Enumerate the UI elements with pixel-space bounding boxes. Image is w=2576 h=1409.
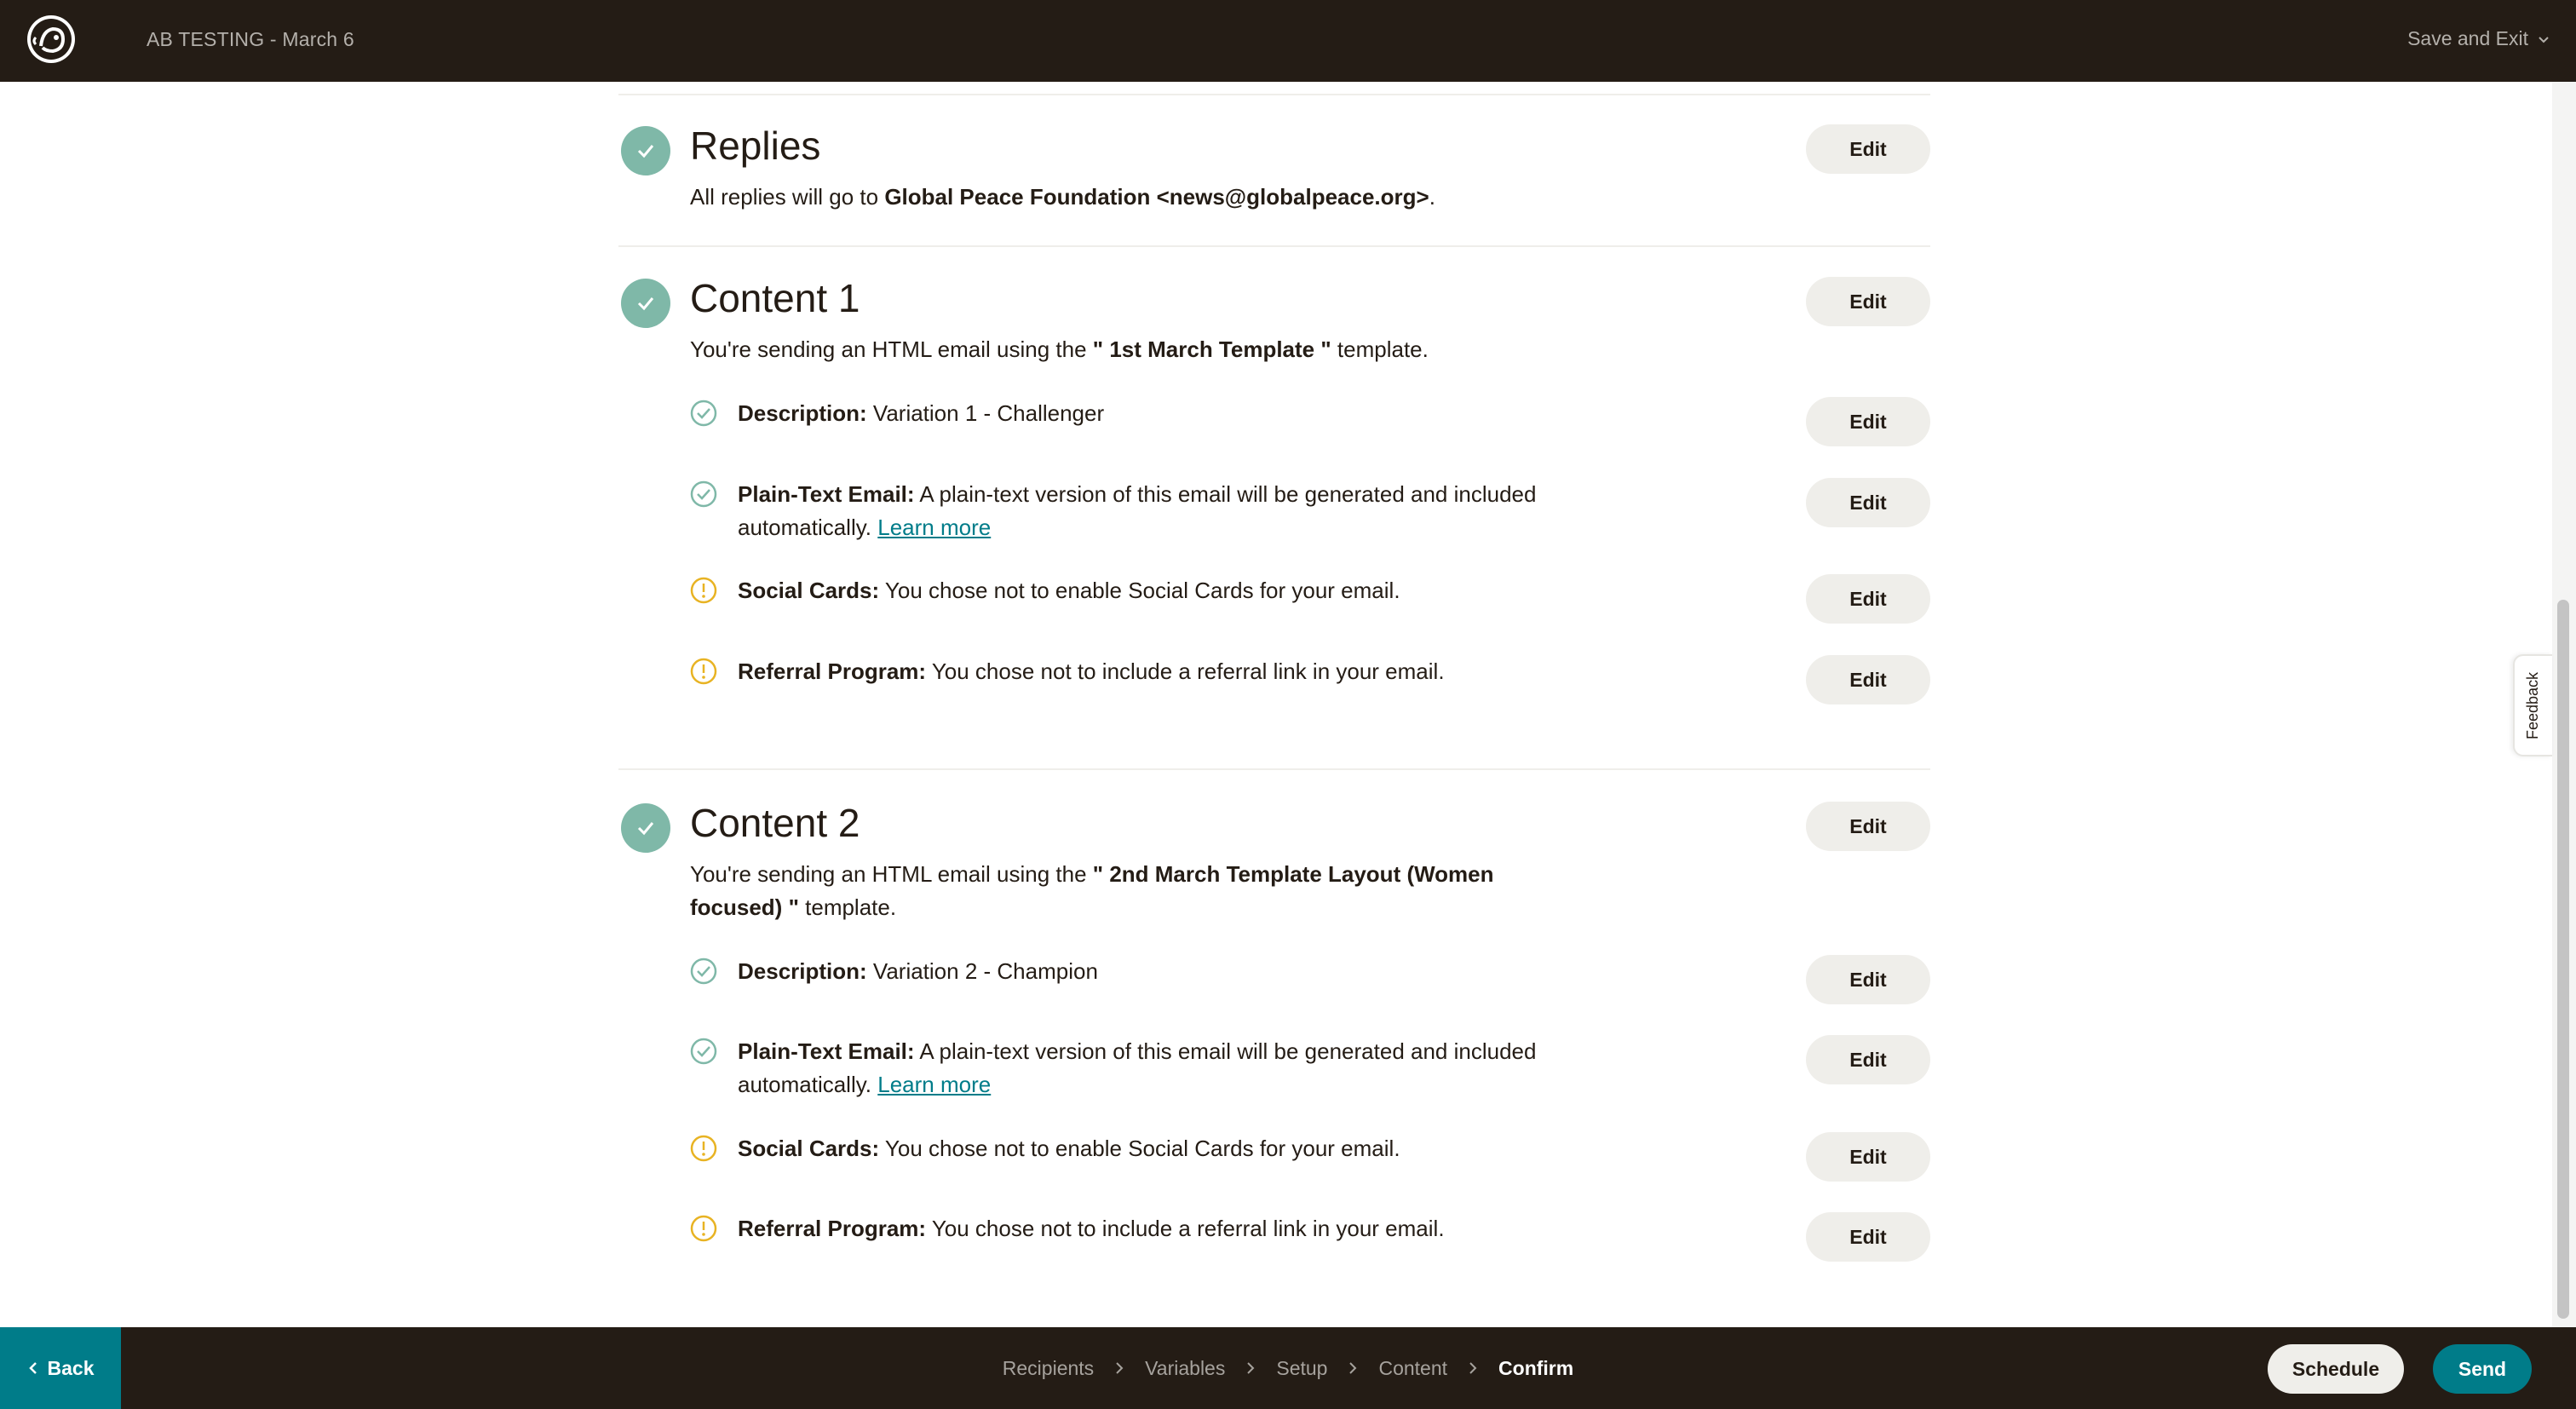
content-2-edit-button[interactable]: Edit bbox=[1806, 802, 1930, 851]
divider bbox=[618, 94, 1930, 95]
content-1-plain-text-item: Plain-Text Email: A plain-text version o… bbox=[738, 478, 1590, 544]
check-outline-icon bbox=[690, 480, 717, 508]
learn-more-link[interactable]: Learn more bbox=[877, 515, 991, 540]
check-circle-icon bbox=[621, 803, 670, 853]
content-1-text-suffix: template. bbox=[1331, 336, 1429, 362]
replies-text-prefix: All replies will go to bbox=[690, 184, 885, 210]
content-2-description-item: Description: Variation 2 - Champion bbox=[738, 955, 1590, 988]
content-1-text-prefix: You're sending an HTML email using the bbox=[690, 336, 1093, 362]
content-2-description: You're sending an HTML email using the "… bbox=[690, 858, 1542, 924]
item-label: Plain-Text Email: bbox=[738, 1038, 915, 1064]
content-2-social-cards-item: Social Cards: You chose not to enable So… bbox=[738, 1132, 1590, 1165]
content-1-description-item: Description: Variation 1 - Challenger bbox=[738, 397, 1590, 430]
top-bar: AB TESTING - March 6 Save and Exit bbox=[0, 0, 2576, 82]
check-outline-icon bbox=[690, 1038, 717, 1065]
divider bbox=[618, 245, 1930, 247]
chevron-right-icon bbox=[1225, 1360, 1276, 1376]
schedule-button[interactable]: Schedule bbox=[2268, 1344, 2404, 1394]
content-2-title: Content 2 bbox=[690, 801, 860, 845]
check-outline-icon bbox=[690, 400, 717, 427]
scrollbar-thumb[interactable] bbox=[2557, 600, 2569, 1319]
feedback-tab[interactable]: Feedback bbox=[2513, 654, 2552, 756]
chevron-right-icon bbox=[1094, 1360, 1145, 1376]
content-1-social-cards-item: Social Cards: You chose not to enable So… bbox=[738, 574, 1590, 607]
item-label: Social Cards: bbox=[738, 1136, 880, 1161]
replies-edit-button[interactable]: Edit bbox=[1806, 124, 1930, 174]
warning-outline-icon bbox=[690, 1215, 717, 1242]
warning-outline-icon bbox=[690, 577, 717, 604]
breadcrumb: Recipients Variables Setup Content Confi… bbox=[0, 1327, 2576, 1409]
breadcrumb-confirm[interactable]: Confirm bbox=[1498, 1357, 1573, 1380]
save-and-exit-label: Save and Exit bbox=[2407, 27, 2528, 49]
content-1-title: Content 1 bbox=[690, 276, 860, 320]
breadcrumb-recipients[interactable]: Recipients bbox=[1003, 1357, 1094, 1380]
chevron-left-icon bbox=[28, 1362, 37, 1374]
item-label: Description: bbox=[738, 958, 867, 984]
back-label: Back bbox=[47, 1356, 95, 1379]
bottom-bar: Back Recipients Variables Setup Content … bbox=[0, 1327, 2576, 1409]
warning-outline-icon bbox=[690, 1135, 717, 1162]
campaign-title: AB TESTING - March 6 bbox=[147, 28, 354, 50]
feedback-label: Feedback bbox=[2524, 671, 2542, 739]
content-1-plain-text-edit-button[interactable]: Edit bbox=[1806, 478, 1930, 527]
content-2-plain-text-edit-button[interactable]: Edit bbox=[1806, 1035, 1930, 1084]
content-2-text-suffix: template. bbox=[798, 894, 897, 920]
content-2-social-cards-edit-button[interactable]: Edit bbox=[1806, 1132, 1930, 1182]
content-2-referral-item: Referral Program: You chose not to inclu… bbox=[738, 1212, 1590, 1245]
scrollbar[interactable] bbox=[2552, 82, 2576, 1327]
warning-outline-icon bbox=[690, 658, 717, 685]
send-button[interactable]: Send bbox=[2433, 1344, 2532, 1394]
content-1-template-name: " 1st March Template " bbox=[1092, 336, 1331, 362]
item-text: You chose not to enable Social Cards for… bbox=[879, 1136, 1400, 1161]
item-text: You chose not to enable Social Cards for… bbox=[879, 578, 1400, 603]
save-and-exit-menu[interactable]: Save and Exit bbox=[2407, 27, 2550, 50]
content-1-description: You're sending an HTML email using the "… bbox=[690, 333, 1429, 366]
check-circle-icon bbox=[621, 126, 670, 175]
check-circle-icon bbox=[621, 279, 670, 328]
content-1-referral-edit-button[interactable]: Edit bbox=[1806, 655, 1930, 704]
item-label: Description: bbox=[738, 400, 867, 426]
learn-more-link[interactable]: Learn more bbox=[877, 1072, 991, 1097]
item-label: Plain-Text Email: bbox=[738, 481, 915, 507]
content-2-description-edit-button[interactable]: Edit bbox=[1806, 955, 1930, 1004]
divider bbox=[618, 768, 1930, 770]
chevron-right-icon bbox=[1447, 1360, 1498, 1376]
item-label: Referral Program: bbox=[738, 1216, 927, 1241]
back-button[interactable]: Back bbox=[0, 1327, 121, 1409]
content-2-text-prefix: You're sending an HTML email using the bbox=[690, 861, 1093, 887]
checklist-content: Replies All replies will go to Global Pe… bbox=[0, 82, 2552, 1327]
item-text: Variation 1 - Challenger bbox=[866, 400, 1105, 426]
chevron-down-icon bbox=[2539, 36, 2549, 43]
content-2-referral-edit-button[interactable]: Edit bbox=[1806, 1212, 1930, 1262]
replies-text-suffix: . bbox=[1429, 184, 1435, 210]
item-text: You chose not to include a referral link… bbox=[926, 1216, 1445, 1241]
chevron-right-icon bbox=[1327, 1360, 1378, 1376]
content-2-plain-text-item: Plain-Text Email: A plain-text version o… bbox=[738, 1035, 1590, 1101]
breadcrumb-content[interactable]: Content bbox=[1378, 1357, 1447, 1380]
mailchimp-logo-icon[interactable] bbox=[24, 12, 78, 66]
item-label: Referral Program: bbox=[738, 658, 927, 684]
replies-title: Replies bbox=[690, 124, 821, 168]
reply-to-address: Global Peace Foundation <news@globalpeac… bbox=[884, 184, 1429, 210]
content-1-edit-button[interactable]: Edit bbox=[1806, 277, 1930, 326]
replies-description: All replies will go to Global Peace Foun… bbox=[690, 181, 1435, 214]
item-text: You chose not to include a referral link… bbox=[926, 658, 1445, 684]
check-outline-icon bbox=[690, 958, 717, 985]
content-1-social-cards-edit-button[interactable]: Edit bbox=[1806, 574, 1930, 624]
breadcrumb-variables[interactable]: Variables bbox=[1145, 1357, 1225, 1380]
item-text: Variation 2 - Champion bbox=[866, 958, 1098, 984]
item-label: Social Cards: bbox=[738, 578, 880, 603]
content-1-description-edit-button[interactable]: Edit bbox=[1806, 397, 1930, 446]
breadcrumb-setup[interactable]: Setup bbox=[1276, 1357, 1327, 1380]
content-1-referral-item: Referral Program: You chose not to inclu… bbox=[738, 655, 1590, 688]
